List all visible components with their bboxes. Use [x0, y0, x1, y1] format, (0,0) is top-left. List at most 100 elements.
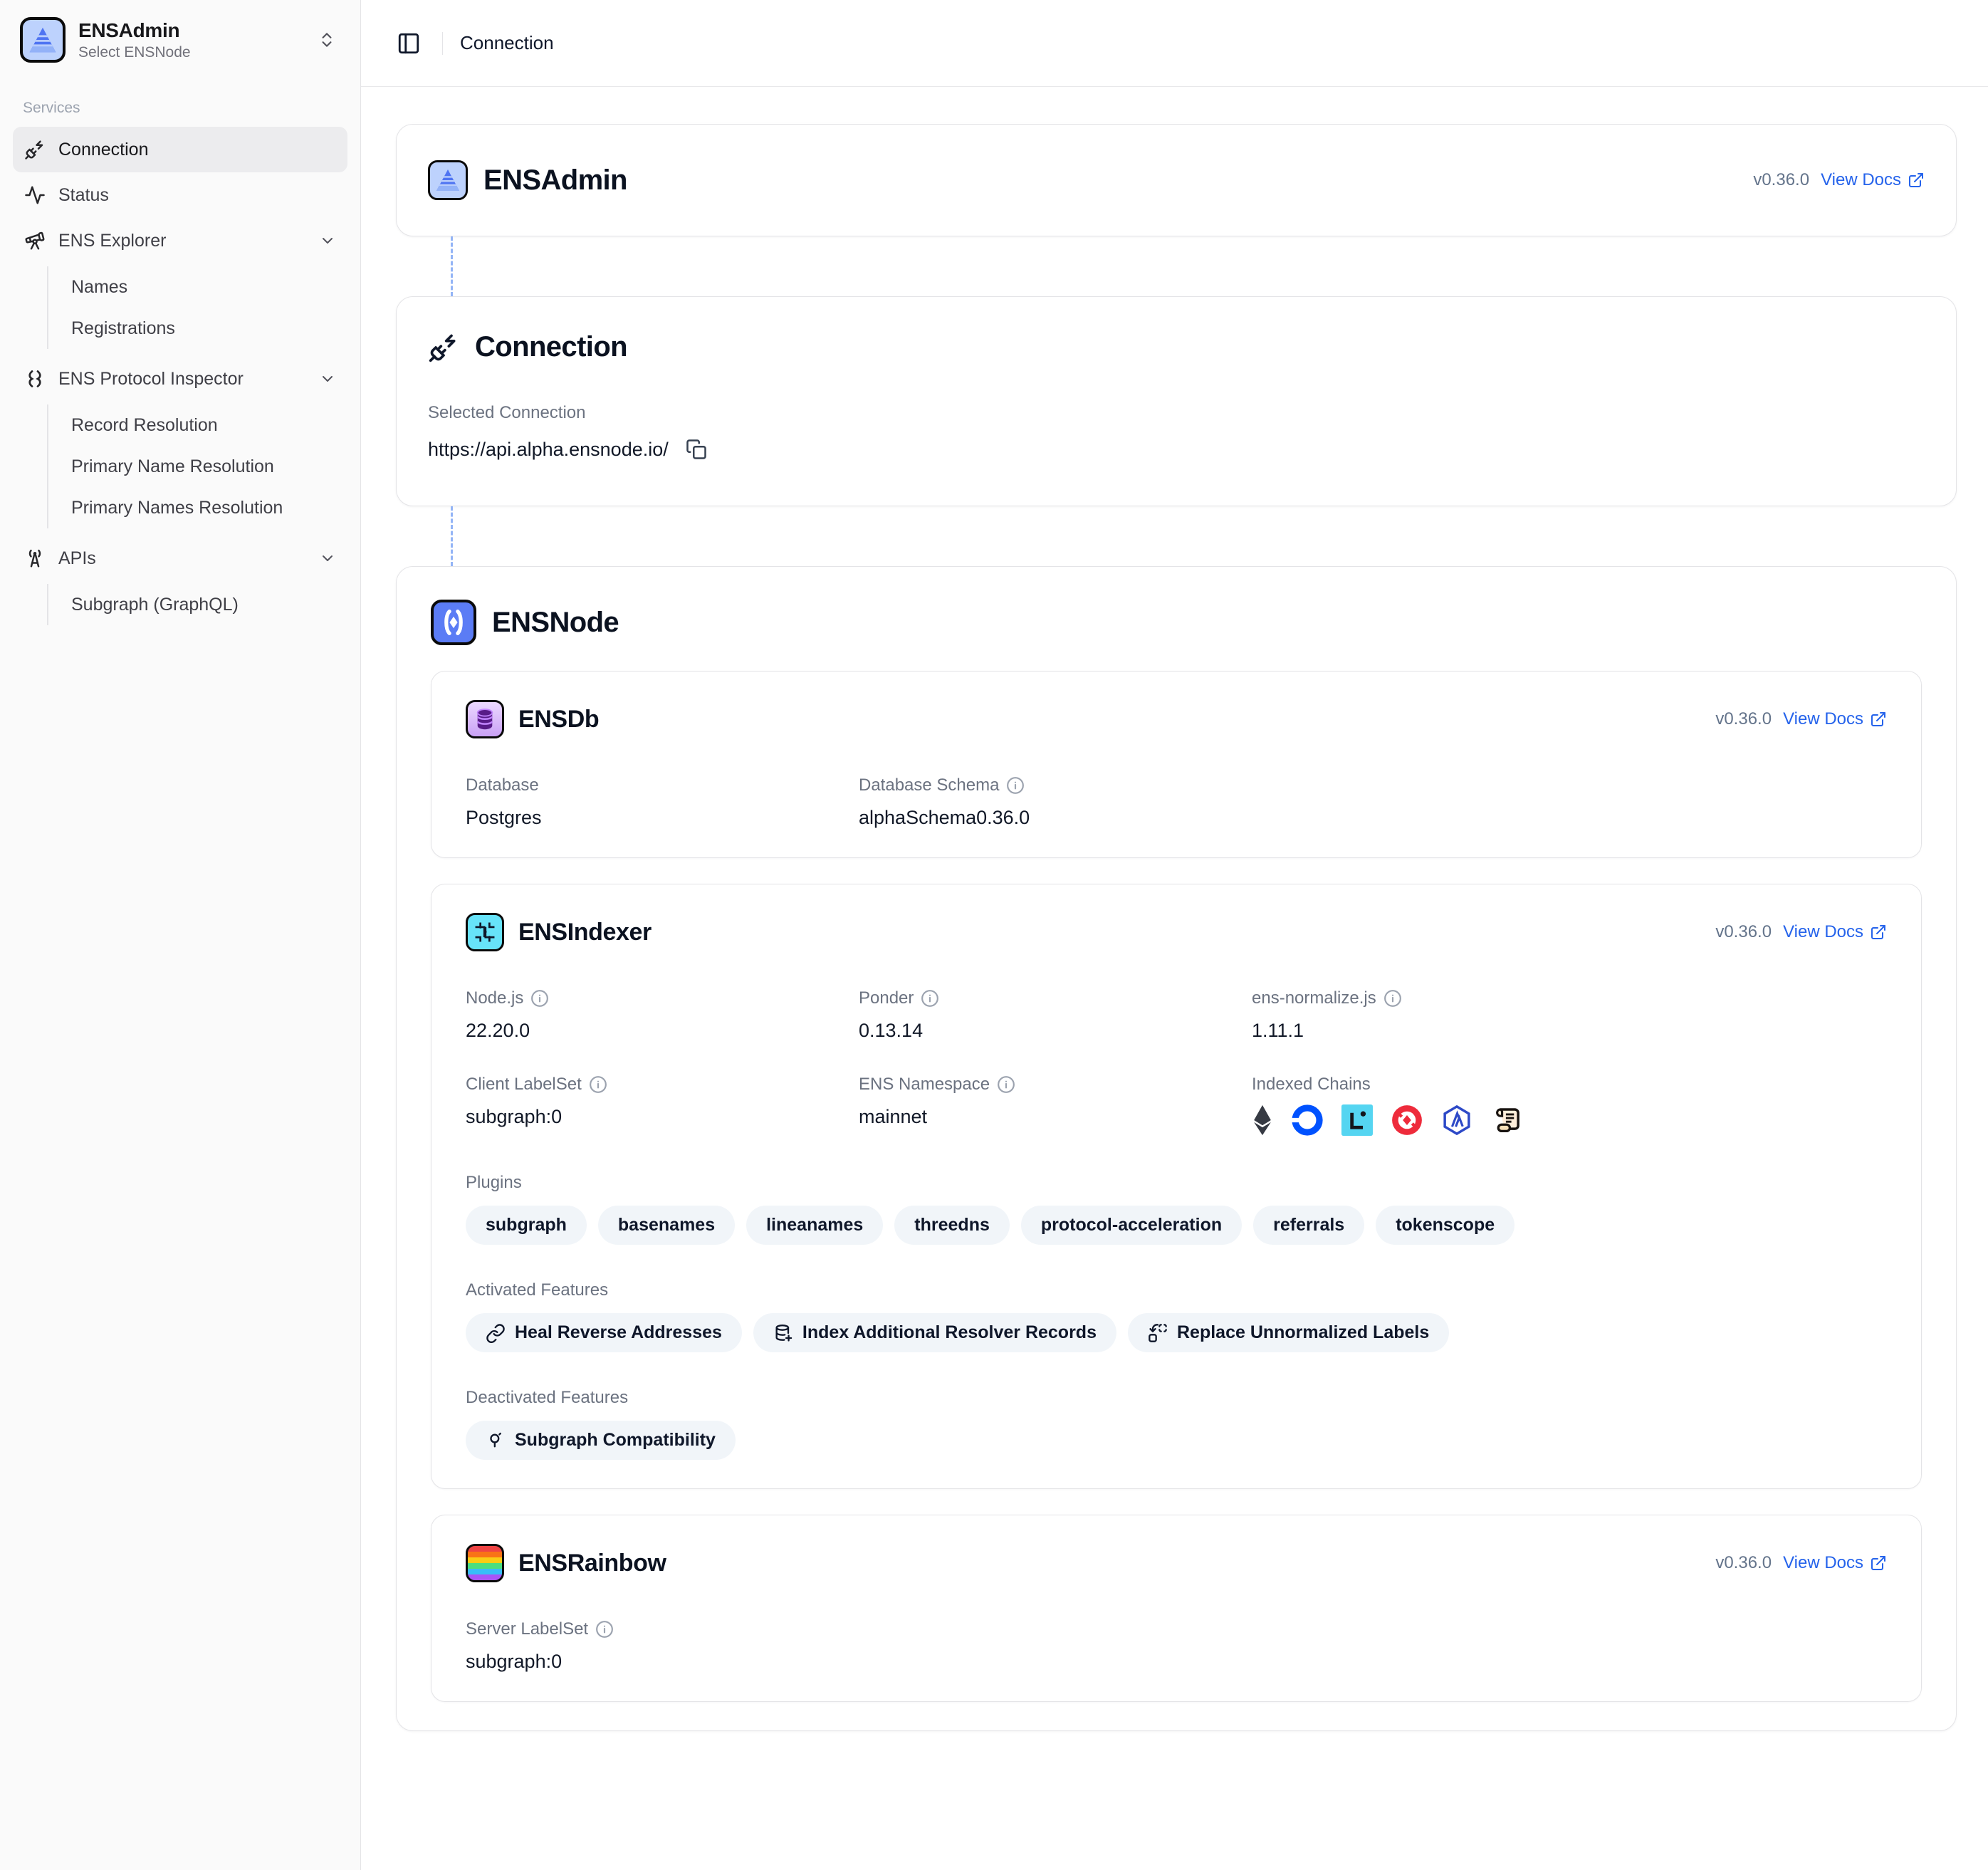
apis-sublist: Subgraph (GraphQL): [47, 584, 347, 625]
info-icon[interactable]: [530, 989, 549, 1008]
info-icon[interactable]: [595, 1620, 614, 1639]
feature-pill-replace-unnormalized-labels: Replace Unnormalized Labels: [1128, 1313, 1449, 1352]
ensdb-title: ENSDb: [518, 706, 599, 733]
ensrainbow-view-docs-link[interactable]: View Docs: [1783, 1553, 1887, 1573]
ensindexer-view-docs-link[interactable]: View Docs: [1783, 922, 1887, 942]
client-labelset-value: subgraph:0: [466, 1106, 859, 1128]
plug-zap-icon: [428, 332, 459, 363]
connection-card: Connection Selected Connection https://a…: [396, 296, 1957, 506]
page-content: ENSAdmin v0.36.0 View Docs Connection Se…: [361, 87, 1988, 1870]
copy-icon[interactable]: [683, 436, 710, 463]
ensrainbow-title: ENSRainbow: [518, 1550, 666, 1577]
base-icon: [1292, 1104, 1323, 1136]
ensnode-selector[interactable]: ENSAdmin Select ENSNode: [13, 11, 347, 68]
info-icon[interactable]: [1006, 776, 1025, 795]
plugins-label: Plugins: [466, 1173, 1887, 1193]
database-value: Postgres: [466, 807, 859, 829]
ensindexer-card: ENSIndexer v0.36.0 View Docs Node.js: [431, 884, 1922, 1489]
indexed-chains-label: Indexed Chains: [1252, 1075, 1887, 1095]
sidebar-item-ens-protocol-inspector[interactable]: ENS Protocol Inspector: [13, 356, 347, 402]
external-link-icon: [1870, 711, 1887, 728]
sidebar-item-label: ENS Protocol Inspector: [58, 369, 244, 390]
sidebar-item-ens-explorer[interactable]: ENS Explorer: [13, 218, 347, 263]
plugin-pill: basenames: [598, 1206, 735, 1245]
ensnode-logo-icon: [431, 600, 476, 645]
server-labelset-label: Server LabelSet: [466, 1619, 859, 1639]
chevron-down-icon: [319, 370, 336, 387]
sidebar-item-label: ENS Explorer: [58, 231, 166, 251]
info-icon[interactable]: [589, 1075, 607, 1094]
ens-namespace-label: ENS Namespace: [859, 1075, 1252, 1095]
optimism-icon: [1391, 1104, 1423, 1136]
client-labelset-label: Client LabelSet: [466, 1075, 859, 1095]
scroll-icon: [1491, 1104, 1522, 1136]
info-icon[interactable]: [1383, 989, 1402, 1008]
indexed-chains-row: [1252, 1103, 1887, 1137]
connection-url: https://api.alpha.ensnode.io/: [428, 439, 669, 461]
linea-icon: [1341, 1104, 1373, 1136]
ponder-value: 0.13.14: [859, 1020, 1252, 1042]
info-icon[interactable]: [921, 989, 939, 1008]
chevrons-up-down-icon[interactable]: [313, 26, 340, 53]
ensdb-view-docs-link[interactable]: View Docs: [1783, 709, 1887, 729]
ens-normalize-value: 1.11.1: [1252, 1020, 1887, 1042]
breadcrumb: Connection: [460, 32, 554, 54]
ensindexer-logo-icon: [466, 913, 504, 951]
sidebar-item-primary-name-resolution[interactable]: Primary Name Resolution: [48, 446, 347, 487]
nodejs-label: Node.js: [466, 988, 859, 1008]
dashed-connector: [451, 236, 453, 296]
sidebar-item-primary-names-resolution[interactable]: Primary Names Resolution: [48, 487, 347, 528]
arbitrum-icon: [1441, 1104, 1472, 1136]
ens-normalize-label: ens-normalize.js: [1252, 988, 1887, 1008]
sidebar-item-label: Connection: [58, 140, 148, 160]
ethereum-icon: [1252, 1104, 1273, 1136]
sidebar-item-label: Status: [58, 185, 109, 206]
sidebar-item-names[interactable]: Names: [48, 266, 347, 308]
plugin-pill: referrals: [1253, 1206, 1364, 1245]
sidebar-item-record-resolution[interactable]: Record Resolution: [48, 404, 347, 446]
sidebar-item-apis[interactable]: APIs: [13, 536, 347, 581]
connection-card-title: Connection: [475, 331, 627, 363]
ensnode-card-title: ENSNode: [492, 607, 619, 639]
sidebar-item-status[interactable]: Status: [13, 172, 347, 218]
plugin-pill: protocol-acceleration: [1021, 1206, 1242, 1245]
ensadmin-view-docs-link[interactable]: View Docs: [1821, 170, 1925, 190]
plugin-pill: subgraph: [466, 1206, 587, 1245]
sidebar-section-label: Services: [23, 100, 347, 117]
main-area: Connection ENSAdmin v0.: [361, 0, 1988, 1870]
sidebar-item-subgraph-graphql[interactable]: Subgraph (GraphQL): [48, 584, 347, 625]
ensadmin-logo-icon: [428, 160, 468, 200]
view-docs-label: View Docs: [1783, 922, 1863, 942]
sidebar-item-connection[interactable]: Connection: [13, 127, 347, 172]
external-link-icon: [1870, 1555, 1887, 1572]
replace-icon: [1148, 1323, 1168, 1343]
ensadmin-card-title: ENSAdmin: [483, 164, 627, 197]
ensrainbow-logo-icon: [466, 1544, 504, 1582]
app-name: ENSAdmin: [78, 19, 191, 42]
ensrainbow-version: v0.36.0: [1715, 1553, 1772, 1573]
plugins-row: subgraph basenames lineanames threedns p…: [466, 1206, 1887, 1245]
selected-connection-label: Selected Connection: [428, 403, 1925, 423]
link-icon: [486, 1323, 506, 1343]
sidebar-item-registrations[interactable]: Registrations: [48, 308, 347, 349]
feature-pill-heal-reverse-addresses: Heal Reverse Addresses: [466, 1313, 742, 1352]
radio-tower-icon: [24, 548, 46, 569]
ensadmin-version: v0.36.0: [1753, 170, 1809, 190]
activity-icon: [24, 184, 46, 206]
plugin-pill: lineanames: [746, 1206, 883, 1245]
server-labelset-value: subgraph:0: [466, 1651, 859, 1673]
sidebar-toggle-icon[interactable]: [392, 27, 425, 60]
external-link-icon: [1908, 172, 1925, 189]
sidebar-nav: Connection Status ENS Explorer Names Reg…: [13, 127, 347, 632]
chevron-down-icon: [319, 232, 336, 249]
database-plus-icon: [773, 1323, 793, 1343]
topbar-divider: [442, 32, 443, 55]
feature-pill-subgraph-compatibility: Subgraph Compatibility: [466, 1421, 736, 1460]
activated-features-label: Activated Features: [466, 1280, 1887, 1300]
topbar: Connection: [361, 0, 1988, 87]
protocol-inspector-sublist: Record Resolution Primary Name Resolutio…: [47, 404, 347, 528]
database-schema-value: alphaSchema0.36.0: [859, 807, 1252, 829]
plug-zap-icon: [24, 139, 46, 160]
nodejs-value: 22.20.0: [466, 1020, 859, 1042]
info-icon[interactable]: [997, 1075, 1015, 1094]
